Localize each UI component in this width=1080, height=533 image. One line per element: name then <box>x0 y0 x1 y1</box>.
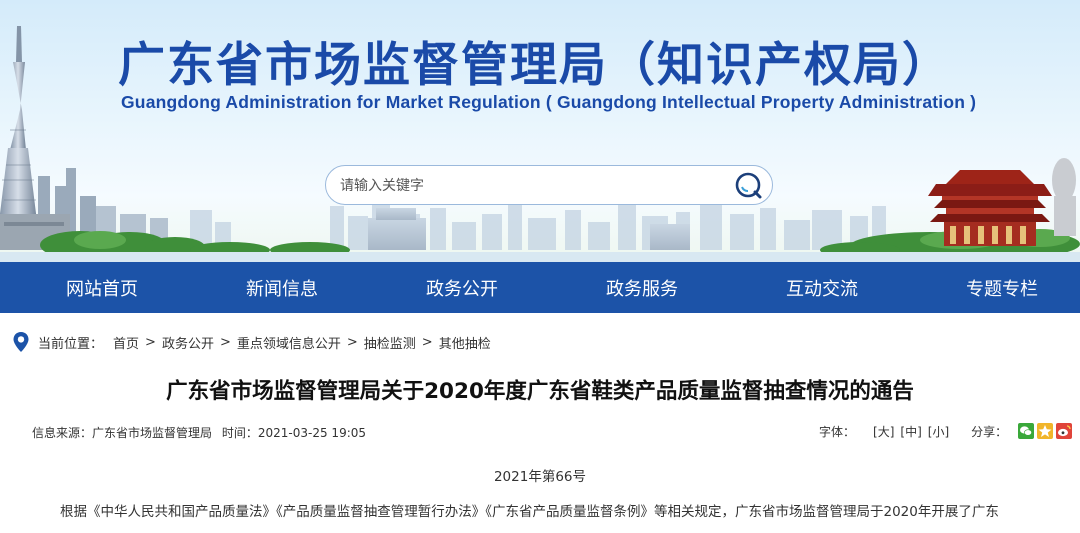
time-value: 2021-03-25 19:05 <box>257 426 367 440</box>
weibo-share-icon[interactable] <box>1056 423 1073 439</box>
site-banner: 广东省市场监督管理局（知识产权局） Guangdong Administrati… <box>0 0 1080 262</box>
article-tools: 字体： [大] [中] [小] 分享： <box>819 421 1073 441</box>
source-label: 信息来源： <box>32 426 93 440</box>
site-title: 广东省市场监督管理局（知识产权局） <box>118 38 951 93</box>
nav-item-home[interactable]: 网站首页 <box>66 275 138 301</box>
font-small-button[interactable]: [小] <box>928 423 949 440</box>
source-value: 广东省市场监督管理局 <box>92 426 213 440</box>
nav-item-government-services[interactable]: 政务服务 <box>606 275 678 301</box>
qzone-share-icon[interactable] <box>1037 423 1054 439</box>
location-pin-icon <box>13 332 29 352</box>
article-title: 广东省市场监督管理局关于2020年度广东省鞋类产品质量监督抽查情况的通告 <box>166 379 914 404</box>
wechat-share-icon[interactable] <box>1018 423 1035 439</box>
main-nav: 网站首页 新闻信息 政务公开 政务服务 互动交流 专题专栏 <box>0 262 1080 313</box>
nav-item-news[interactable]: 新闻信息 <box>246 275 318 301</box>
breadcrumb-prefix: 当前位置： <box>38 336 104 352</box>
canton-tower <box>0 26 38 230</box>
article-body: 根据《中华人民共和国产品质量法》《产品质量监督抽查管理暂行办法》《广东省产品质量… <box>60 504 999 520</box>
breadcrumb-item-home[interactable]: 首页 <box>113 333 139 352</box>
breadcrumb: 当前位置： 首页 > 政务公开 > 重点领域信息公开 > 抽检监测 > 其他抽检 <box>12 331 491 353</box>
site-subtitle: Guangdong Administration for Market Regu… <box>121 92 977 112</box>
breadcrumb-item-other-inspection[interactable]: 其他抽检 <box>439 333 491 352</box>
nav-item-special-topics[interactable]: 专题专栏 <box>966 275 1038 301</box>
breadcrumb-item-inspection[interactable]: 抽检监测 <box>364 333 416 352</box>
search-box <box>325 165 773 205</box>
breadcrumb-item-government-affairs[interactable]: 政务公开 <box>162 333 214 352</box>
breadcrumb-separator: > <box>145 334 156 350</box>
document-number: 2021年第66号 <box>493 469 587 485</box>
breadcrumb-separator: > <box>346 334 358 350</box>
breadcrumb-item-key-areas[interactable]: 重点领域信息公开 <box>237 333 341 352</box>
breadcrumb-separator: > <box>421 334 433 350</box>
font-medium-button[interactable]: [中] <box>900 423 921 440</box>
nav-item-interaction[interactable]: 互动交流 <box>786 275 858 301</box>
breadcrumb-separator: > <box>219 334 231 350</box>
font-size-label: 字体： <box>819 424 856 439</box>
share-label: 分享： <box>971 424 1008 439</box>
search-icon <box>735 172 762 199</box>
font-large-button[interactable]: [大] <box>873 423 894 440</box>
nav-item-government-affairs[interactable]: 政务公开 <box>426 275 498 301</box>
pagoda-illustration <box>928 170 1052 246</box>
time-label: 时间： <box>221 426 258 440</box>
article-meta: 信息来源：广东省市场监督管理局 时间：2021-03-25 19:05 <box>32 424 372 441</box>
search-button[interactable] <box>734 171 764 201</box>
search-input[interactable] <box>340 174 720 198</box>
